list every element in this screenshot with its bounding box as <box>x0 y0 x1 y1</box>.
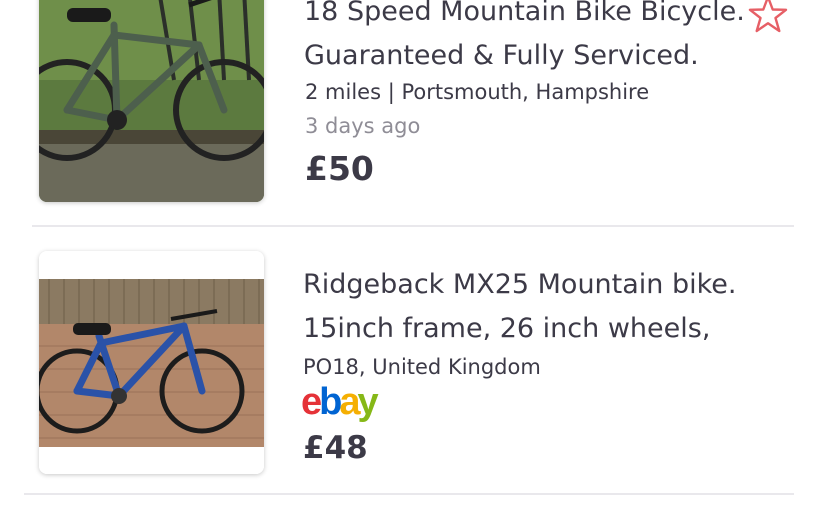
listing-title-line: Ridgeback MX25 Mountain bike. <box>303 269 737 300</box>
listing-price: £48 <box>303 430 368 466</box>
listing-thumbnail[interactable] <box>39 0 264 202</box>
listing-title[interactable]: Ridgeback MX25 Mountain bike. 15inch fra… <box>303 263 737 351</box>
listing-thumbnail[interactable] <box>39 251 264 474</box>
bike-photo <box>39 0 264 202</box>
star-outline-icon[interactable] <box>748 0 788 34</box>
listing-location: PO18, United Kingdom <box>303 355 541 379</box>
listing-title-line: 15inch frame, 26 inch wheels, <box>303 313 711 344</box>
listing-card[interactable]: Ridgeback MX25 Mountain bike. 15inch fra… <box>0 227 825 494</box>
listing-location: 2 miles | Portsmouth, Hampshire <box>305 80 650 104</box>
divider <box>24 493 794 495</box>
listing-title[interactable]: 18 Speed Mountain Bike Bicycle. Guarante… <box>304 0 745 78</box>
ebay-logo: ebay <box>301 381 379 423</box>
listing-age: 3 days ago <box>305 114 421 138</box>
listing-card[interactable]: 18 Speed Mountain Bike Bicycle. Guarante… <box>0 0 825 226</box>
bike-photo <box>39 251 264 474</box>
listing-title-line: Guaranteed & Fully Serviced. <box>304 40 699 71</box>
listing-title-line: 18 Speed Mountain Bike Bicycle. <box>304 0 745 27</box>
listing-price: £50 <box>305 149 374 188</box>
